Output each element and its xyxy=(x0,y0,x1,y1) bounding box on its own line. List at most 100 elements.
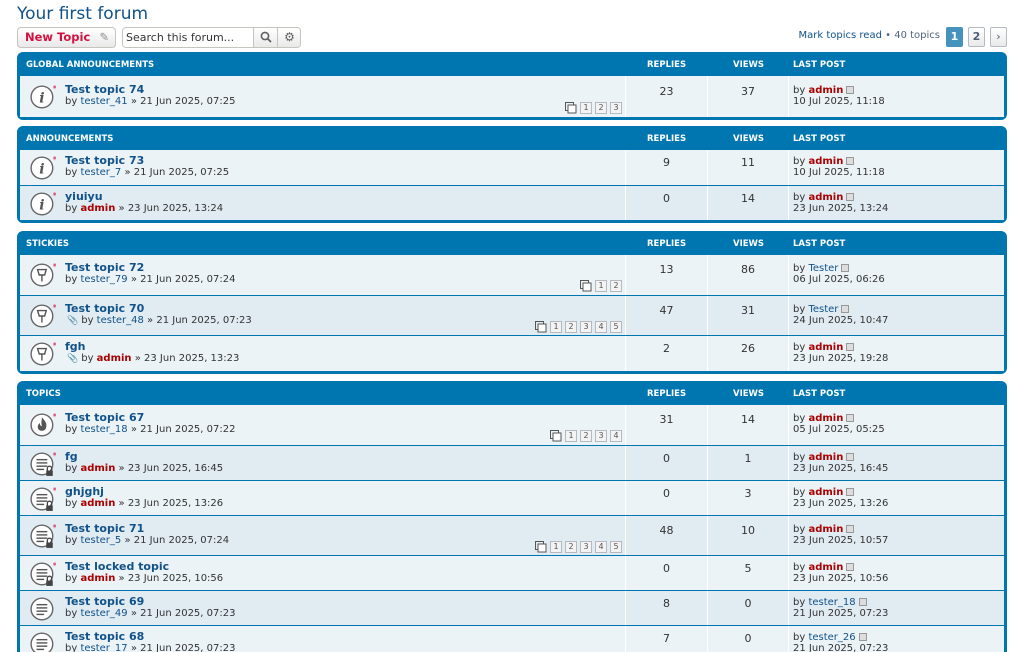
topic-page-link[interactable]: 4 xyxy=(610,430,622,442)
page-1-button[interactable]: 1 xyxy=(946,27,963,47)
topic-page-link[interactable]: 5 xyxy=(610,321,622,333)
last-post-user-link[interactable]: admin xyxy=(808,487,843,498)
topic-byline: by admin » 23 Jun 2025, 16:45 xyxy=(65,463,224,474)
last-post-user-link[interactable]: admin xyxy=(808,452,843,463)
topic-author-link[interactable]: tester_17 xyxy=(80,643,127,652)
topic-page-link[interactable]: 5 xyxy=(610,541,622,553)
topic-title-link[interactable]: Test topic 68 xyxy=(65,630,144,643)
topic-title-link[interactable]: Test locked topic xyxy=(65,560,169,573)
topic-row[interactable]: * Test topic 67by tester_18 » 21 Jun 2025… xyxy=(20,405,1004,445)
topic-author-link[interactable]: tester_5 xyxy=(80,535,121,546)
replies-header: Replies xyxy=(647,389,687,399)
forum-title[interactable]: Your first forum xyxy=(17,4,148,24)
topic-row[interactable]: * Test topic 72by tester_79 » 21 Jun 2025… xyxy=(20,255,1004,295)
topic-row[interactable]: * Test topic 71by tester_5 » 21 Jun 2025,… xyxy=(20,515,1004,555)
topic-row[interactable]: * ghjghjby admin » 23 Jun 2025, 13:26 0 3 by… xyxy=(20,480,1004,515)
topic-author-link[interactable]: admin xyxy=(97,353,132,364)
topic-author-link[interactable]: admin xyxy=(80,463,115,474)
goto-last-post-icon[interactable] xyxy=(846,563,855,571)
topic-page-link[interactable]: 1 xyxy=(580,102,592,114)
topic-title-link[interactable]: yiuiyu xyxy=(65,190,103,203)
goto-last-post-icon[interactable] xyxy=(858,633,867,641)
topic-row[interactable]: * Test topic 70📎by tester_48 » 21 Jun 202… xyxy=(20,295,1004,335)
topic-author-link[interactable]: tester_41 xyxy=(80,96,127,107)
topic-author-link[interactable]: admin xyxy=(80,573,115,584)
topic-row[interactable]: Test topic 68 by tester_17 » 21 Jun 2025,… xyxy=(20,625,1004,652)
last-post-author: by admin xyxy=(793,524,855,535)
last-post-user-link[interactable]: Tester xyxy=(808,263,838,274)
goto-last-post-icon[interactable] xyxy=(841,305,850,313)
topic-page-link[interactable]: 3 xyxy=(595,430,607,442)
goto-last-post-icon[interactable] xyxy=(846,86,855,94)
topic-row[interactable]: Test topic 69 by tester_49 » 21 Jun 2025,… xyxy=(20,590,1004,625)
topic-page-link[interactable]: 2 xyxy=(595,102,607,114)
last-post-user-link[interactable]: admin xyxy=(808,342,843,353)
goto-last-post-icon[interactable] xyxy=(841,264,850,272)
topic-page-link[interactable]: 3 xyxy=(610,102,622,114)
topic-title-link[interactable]: Test topic 74 xyxy=(65,83,144,96)
goto-last-post-icon[interactable] xyxy=(846,453,855,461)
topic-author-link[interactable]: tester_18 xyxy=(80,424,127,435)
goto-last-post-icon[interactable] xyxy=(858,598,867,606)
topic-row[interactable]: i*Test topic 74by tester_41 » 21 Jun 202… xyxy=(20,76,1004,117)
topic-page-link[interactable]: 2 xyxy=(565,541,577,553)
goto-last-post-icon[interactable] xyxy=(846,343,855,351)
views-count: 0 xyxy=(744,632,752,645)
topic-author-link[interactable]: admin xyxy=(80,498,115,509)
topic-title-link[interactable]: Test topic 73 xyxy=(65,154,144,167)
last-post-user-link[interactable]: Tester xyxy=(808,304,838,315)
topic-page-link[interactable]: 1 xyxy=(565,430,577,442)
topic-author-link[interactable]: tester_79 xyxy=(80,274,127,285)
last-post-user-link[interactable]: admin xyxy=(808,562,843,573)
last-post-user-link[interactable]: admin xyxy=(808,156,843,167)
search-button[interactable] xyxy=(253,28,277,47)
topic-page-link[interactable]: 4 xyxy=(595,321,607,333)
page-2-button[interactable]: 2 xyxy=(968,27,985,47)
last-post-author: by admin xyxy=(793,156,855,167)
topic-title-link[interactable]: fgh xyxy=(65,340,86,353)
goto-last-post-icon[interactable] xyxy=(846,414,855,422)
goto-last-post-icon[interactable] xyxy=(846,193,855,201)
last-post-user-link[interactable]: tester_18 xyxy=(808,597,855,608)
topic-page-link[interactable]: 2 xyxy=(580,430,592,442)
topic-title-link[interactable]: Test topic 70 xyxy=(65,302,144,315)
topic-title-link[interactable]: Test topic 72 xyxy=(65,261,144,274)
topic-icon xyxy=(30,631,54,652)
topic-page-link[interactable]: 4 xyxy=(595,541,607,553)
goto-last-post-icon[interactable] xyxy=(846,157,855,165)
goto-last-post-icon[interactable] xyxy=(846,525,855,533)
topic-author-link[interactable]: tester_7 xyxy=(80,167,121,178)
new-topic-button[interactable]: New Topic ✎ xyxy=(17,27,116,48)
topic-row[interactable]: * fgby admin » 23 Jun 2025, 16:45 0 1 by adm… xyxy=(20,445,1004,480)
topic-page-link[interactable]: 1 xyxy=(550,321,562,333)
topic-author-link[interactable]: tester_49 xyxy=(80,608,127,619)
topic-row[interactable]: i*yiuiyuby admin » 23 Jun 2025, 13:24014… xyxy=(20,185,1004,220)
mark-topics-read-link[interactable]: Mark topics read xyxy=(799,30,882,41)
topics-summary: Mark topics read • 40 topics xyxy=(799,30,940,41)
topic-title-link[interactable]: fg xyxy=(65,450,78,463)
topic-page-link[interactable]: 2 xyxy=(610,280,622,292)
topic-page-link[interactable]: 2 xyxy=(565,321,577,333)
topic-title-link[interactable]: Test topic 71 xyxy=(65,522,144,535)
topic-page-link[interactable]: 3 xyxy=(580,541,592,553)
topic-title-link[interactable]: Test topic 67 xyxy=(65,411,144,424)
topic-page-link[interactable]: 3 xyxy=(580,321,592,333)
advanced-search-button[interactable]: ⚙ xyxy=(277,28,300,47)
last-post-user-link[interactable]: admin xyxy=(808,192,843,203)
topic-row[interactable]: i*Test topic 73by tester_7 » 21 Jun 2025… xyxy=(20,150,1004,185)
topic-page-link[interactable]: 1 xyxy=(550,541,562,553)
last-post-user-link[interactable]: admin xyxy=(808,413,843,424)
topic-page-link[interactable]: 1 xyxy=(595,280,607,292)
last-post-user-link[interactable]: tester_26 xyxy=(808,632,855,643)
topic-row[interactable]: * Test locked topicby admin » 23 Jun 2025… xyxy=(20,555,1004,590)
topic-author-link[interactable]: tester_48 xyxy=(97,315,144,326)
last-post-user-link[interactable]: admin xyxy=(808,85,843,96)
search-input[interactable] xyxy=(123,28,251,47)
topic-title-link[interactable]: Test topic 69 xyxy=(65,595,144,608)
topic-author-link[interactable]: admin xyxy=(80,203,115,214)
topic-title-link[interactable]: ghjghj xyxy=(65,485,104,498)
goto-last-post-icon[interactable] xyxy=(846,488,855,496)
last-post-user-link[interactable]: admin xyxy=(808,524,843,535)
topic-row[interactable]: * fgh📎by admin » 23 Jun 2025, 13:23 2 26 by … xyxy=(20,335,1004,371)
next-page-button[interactable]: › xyxy=(990,27,1007,47)
